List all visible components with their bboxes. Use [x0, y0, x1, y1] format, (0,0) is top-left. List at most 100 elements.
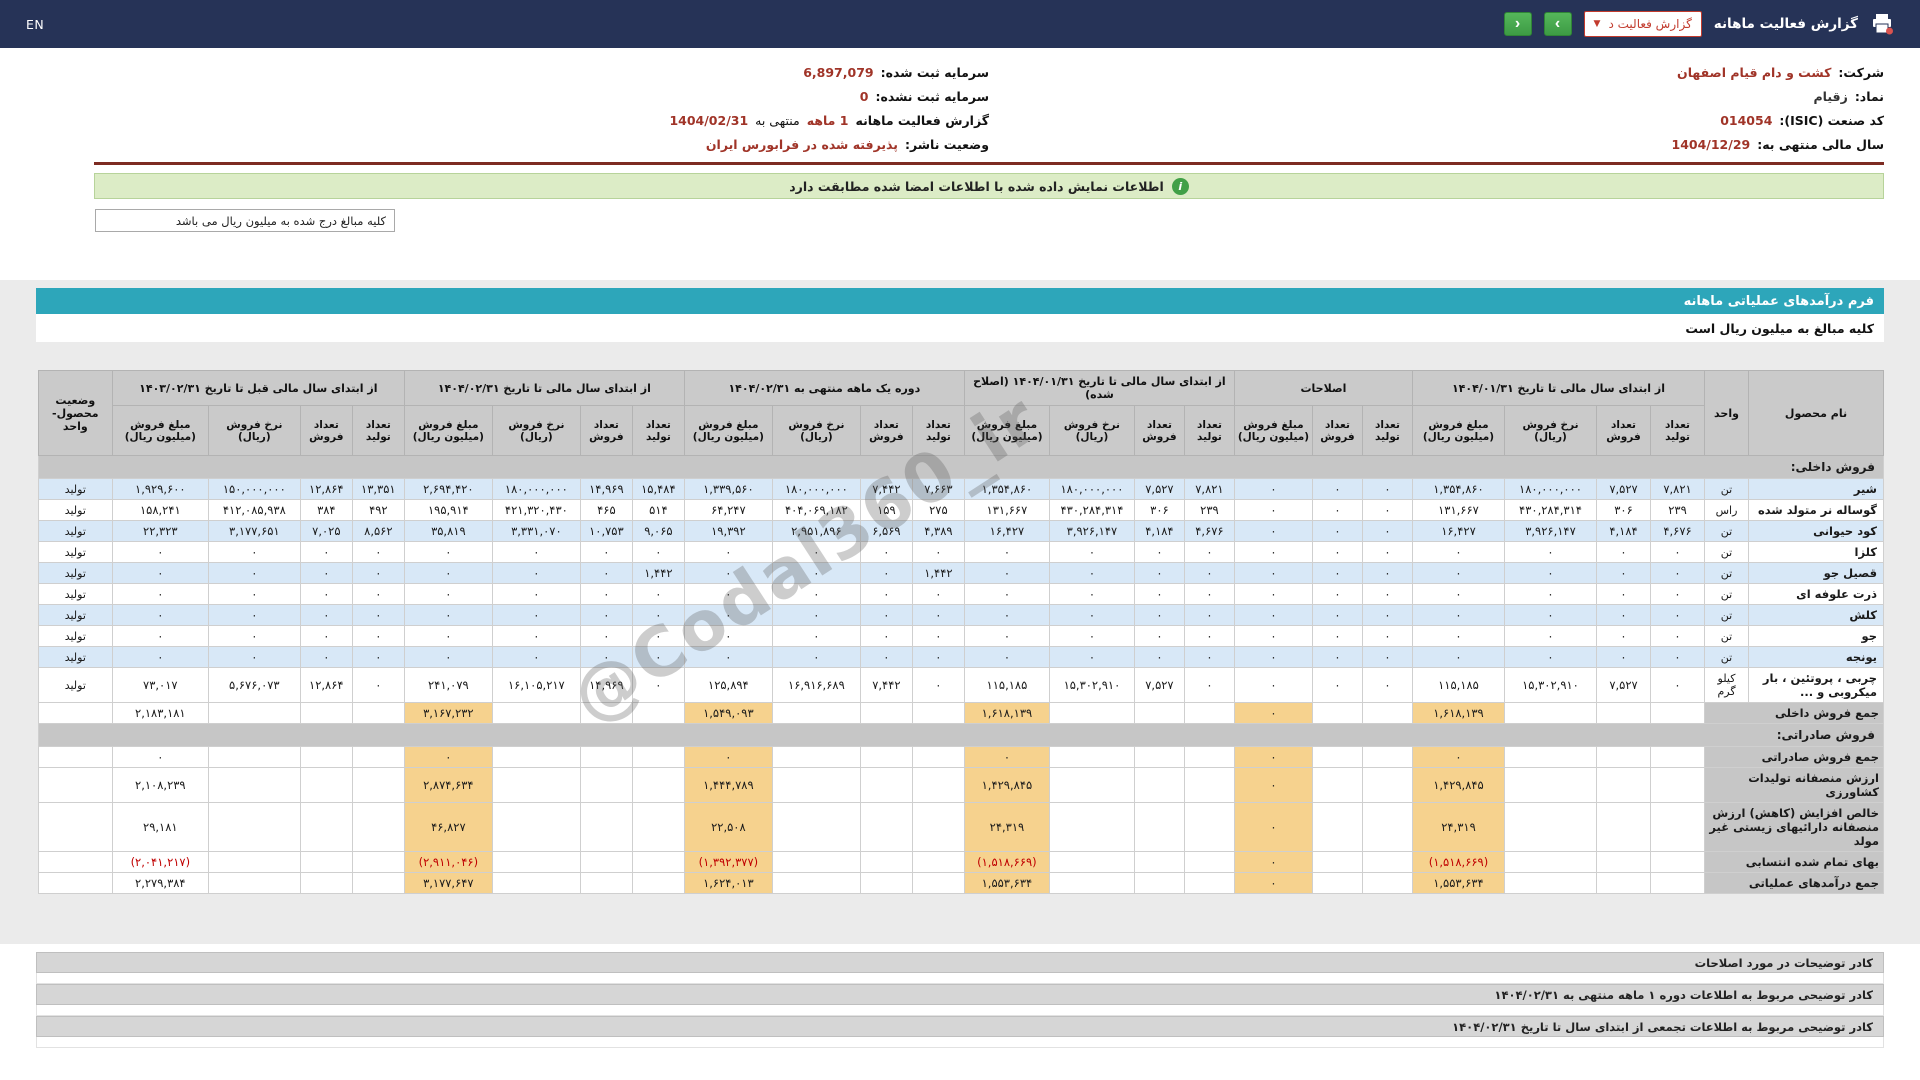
blank-cell: [1650, 702, 1705, 724]
report-type-dropdown[interactable]: گزارش فعالیت د ▼: [1583, 11, 1702, 37]
value-cell: ۷,۵۲۷: [1133, 667, 1185, 703]
value-cell: ۷,۵۲۷: [1133, 478, 1185, 500]
value-cell: ۳,۱۷۷,۶۴۷: [403, 872, 493, 894]
value-cell: ۰: [859, 646, 913, 668]
col-group-header: دوره یک ماهه منتهی به ۱۴۰۴/۰۲/۳۱: [683, 370, 965, 406]
value-cell: ۷,۴۴۲: [859, 478, 913, 500]
blank-cell: [491, 702, 581, 724]
value-cell: ۰: [911, 667, 965, 703]
value-cell: ۰: [491, 562, 581, 584]
value-cell: ۰: [1411, 562, 1506, 584]
language-en-button[interactable]: EN: [26, 17, 44, 32]
value-cell: ۱,۴۴۲: [911, 562, 965, 584]
value-cell: ۷,۴۴۲: [859, 667, 913, 703]
blank-cell: [207, 851, 301, 873]
company-link[interactable]: کشت و دام قیام اصفهان: [1677, 65, 1831, 80]
blank-cell: [579, 767, 633, 803]
unit-cell: تن: [1704, 520, 1749, 542]
sub-col-header: تعداد فروش: [299, 405, 353, 456]
status-cell: [37, 851, 113, 873]
fiscal-year-value: 1404/12/29: [1671, 136, 1751, 152]
blank-cell: [1183, 702, 1235, 724]
value-cell: ۰: [1596, 541, 1651, 563]
sub-col-header: مبلغ فروش (میلیون ریال): [963, 405, 1050, 456]
value-cell: ۰: [1504, 541, 1597, 563]
value-cell: ۱۶,۴۲۷: [1411, 520, 1506, 542]
blank-cell: [1650, 746, 1705, 768]
value-cell: ۰: [351, 625, 405, 647]
total-label: خالص افزایش (کاهش) ارزش منصفانه دارائیها…: [1704, 802, 1884, 852]
main-band: فرم درآمدهای عملیاتی ماهانه کلیه مبالغ ب…: [0, 280, 1920, 944]
value-cell: ۰: [579, 562, 633, 584]
blank-cell: [771, 872, 861, 894]
product-name: یونجه: [1748, 646, 1884, 668]
value-cell: ۰: [579, 646, 633, 668]
blank-cell: [1048, 851, 1135, 873]
value-cell: ۲۲,۵۰۸: [683, 802, 773, 852]
value-cell: ۰: [299, 625, 353, 647]
value-cell: ۷,۸۲۱: [1650, 478, 1705, 500]
value-cell: ۰: [911, 583, 965, 605]
value-cell: ۱۳,۳۵۱: [351, 478, 405, 500]
value-cell: ۰: [1361, 625, 1413, 647]
value-cell: ۰: [683, 583, 773, 605]
value-cell: ۱,۹۲۹,۶۰۰: [111, 478, 209, 500]
blank-cell: [351, 702, 405, 724]
report-period-ending-text: منتهی به: [755, 112, 800, 128]
value-cell: ۰: [1233, 562, 1313, 584]
value-cell: ۶,۵۶۹: [859, 520, 913, 542]
value-cell: ۱,۶۲۴,۰۱۳: [683, 872, 773, 894]
value-cell: ۰: [403, 562, 493, 584]
corrections-note-bar[interactable]: کادر توضیحات در مورد اصلاحات: [36, 952, 1884, 973]
value-cell: ۲,۶۹۴,۴۲۰: [403, 478, 493, 500]
table-row: خالص افزایش (کاهش) ارزش منصفانه دارائیها…: [37, 802, 1884, 852]
blank-cell: [1650, 851, 1705, 873]
symbol-label: نماد:: [1854, 88, 1884, 104]
blank-cell: [631, 872, 685, 894]
value-cell: ۰: [1361, 604, 1413, 626]
sub-col-header: مبلغ فروش (میلیون ریال): [403, 405, 493, 456]
product-name: قصیل جو: [1748, 562, 1884, 584]
value-cell: ۵,۶۷۶,۰۷۳: [207, 667, 301, 703]
unit-cell: کیلو گرم: [1704, 667, 1749, 703]
value-cell: ۰: [403, 746, 493, 768]
blank-cell: [351, 802, 405, 852]
value-cell: ۰: [1048, 625, 1135, 647]
blank-cell: [1596, 872, 1651, 894]
value-cell: ۱۱۵,۱۸۵: [1411, 667, 1506, 703]
next-report-button[interactable]: ›: [1543, 12, 1572, 36]
value-cell: ۰: [403, 604, 493, 626]
cumulative-note-bar[interactable]: کادر توضیحی مربوط به اطلاعات تجمعی از اب…: [36, 1016, 1884, 1037]
col-header-status: وضعیت محصول- واحد: [37, 370, 113, 456]
value-cell: ۱۵,۳۰۲,۹۱۰: [1504, 667, 1597, 703]
value-cell: ۱۶,۱۰۵,۲۱۷: [491, 667, 581, 703]
value-cell: ۰: [1361, 583, 1413, 605]
sub-col-header: مبلغ فروش (میلیون ریال): [683, 405, 773, 456]
value-cell: ۰: [207, 604, 301, 626]
page: گزارش فعالیت ماهانه گزارش فعالیت د ▼ › ‹…: [0, 0, 1920, 1080]
period-note-bar[interactable]: کادر توضیحی مربوط به اطلاعات دوره ۱ ماهه…: [36, 984, 1884, 1005]
blank-cell: [911, 746, 965, 768]
value-cell: ۴۲۱,۳۲۰,۴۳۰: [491, 499, 581, 521]
value-cell: ۲۳۹: [1650, 499, 1705, 521]
blank-cell: [859, 767, 913, 803]
prev-report-button[interactable]: ‹: [1503, 12, 1532, 36]
status-cell: تولید: [37, 604, 113, 626]
sub-col-header: نرخ فروش (ریال): [1504, 405, 1597, 456]
print-icon[interactable]: [1870, 13, 1894, 35]
value-cell: ۰: [403, 625, 493, 647]
blank-cell: [1650, 767, 1705, 803]
table-row: جو تن ۰ ۰ ۰ ۰ ۰ ۰ ۰ ۰ ۰ ۰ ۰ ۰ ۰ ۰ ۰ ۰ ۰ ۰ ۰ ۰ ۰ ۰ ۰ تولید: [37, 625, 1884, 647]
value-cell: ۴,۳۸۹: [911, 520, 965, 542]
company-info-panel: شرکت: کشت و دام قیام اصفهان نماد: زقیام …: [94, 60, 1884, 165]
value-cell: ۳۸۴: [299, 499, 353, 521]
total-label: ارزش منصفانه تولیدات کشاورزی: [1704, 767, 1884, 803]
value-cell: (۲,۰۴۱,۲۱۷): [111, 851, 209, 873]
value-cell: ۰: [111, 604, 209, 626]
blank-cell: [1361, 802, 1413, 852]
value-cell: ۱۵,۴۸۴: [631, 478, 685, 500]
unregistered-capital-value: 0: [859, 88, 869, 104]
value-cell: ۰: [491, 604, 581, 626]
value-cell: ۰: [859, 541, 913, 563]
isic-label: کد صنعت (ISIC):: [1779, 112, 1884, 128]
